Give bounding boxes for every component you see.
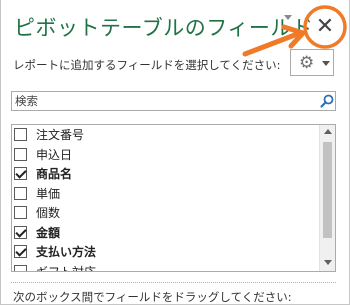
field-label: 個数 xyxy=(36,206,61,221)
field-checkbox[interactable] xyxy=(14,128,27,142)
search-icon[interactable] xyxy=(319,93,335,109)
field-select-instruction: レポートに追加するフィールドを選択してください: xyxy=(13,58,281,72)
field-item[interactable]: ギフト対応 xyxy=(12,262,317,272)
section-divider xyxy=(11,282,336,283)
tools-settings-button[interactable]: ⚙ xyxy=(290,49,334,76)
field-item[interactable]: 申込日 xyxy=(12,145,317,165)
field-checkbox[interactable] xyxy=(14,147,27,161)
scroll-down-arrow-icon[interactable] xyxy=(324,260,332,265)
field-checkbox[interactable] xyxy=(14,264,27,271)
field-label: 単価 xyxy=(36,186,61,201)
field-checkbox[interactable] xyxy=(14,245,27,259)
field-checkbox[interactable] xyxy=(14,167,27,181)
field-checkbox[interactable] xyxy=(14,206,27,220)
field-label: 金額 xyxy=(36,225,61,240)
pane-title: ピボットテーブルのフィールド xyxy=(14,16,314,40)
chevron-down-icon xyxy=(322,61,330,66)
field-item[interactable]: 単価 xyxy=(12,184,317,204)
search-box[interactable] xyxy=(11,91,336,111)
field-list-scrollbar[interactable] xyxy=(319,125,335,271)
field-item[interactable]: 支払い方法 xyxy=(12,242,317,262)
scrollbar-thumb[interactable] xyxy=(323,142,332,238)
field-label: 商品名 xyxy=(36,167,73,182)
field-label: 支払い方法 xyxy=(36,245,97,260)
close-button[interactable]: ✕ xyxy=(308,10,342,44)
drag-areas-instruction: 次のボックス間でフィールドをドラッグしてください: xyxy=(13,290,292,304)
scroll-up-arrow-icon[interactable] xyxy=(324,129,332,134)
field-list: 注文番号申込日商品名単価個数金額支払い方法ギフト対応 xyxy=(11,124,336,272)
gear-icon: ⚙ xyxy=(299,53,315,73)
field-item[interactable]: 個数 xyxy=(12,203,317,223)
pane-options-chevron-down-icon[interactable] xyxy=(284,15,292,20)
field-label: 注文番号 xyxy=(36,128,85,143)
search-input[interactable] xyxy=(15,93,305,109)
field-item[interactable]: 商品名 xyxy=(12,164,317,184)
field-checkbox[interactable] xyxy=(14,186,27,200)
field-checkbox[interactable] xyxy=(14,225,27,239)
field-label: ギフト対応 xyxy=(36,264,97,272)
field-label: 申込日 xyxy=(36,147,73,162)
field-item[interactable]: 注文番号 xyxy=(12,125,317,145)
pivot-field-list-pane: ピボットテーブルのフィールド ✕ レポートに追加するフィールドを選択してください… xyxy=(0,0,350,305)
field-item[interactable]: 金額 xyxy=(12,223,317,243)
